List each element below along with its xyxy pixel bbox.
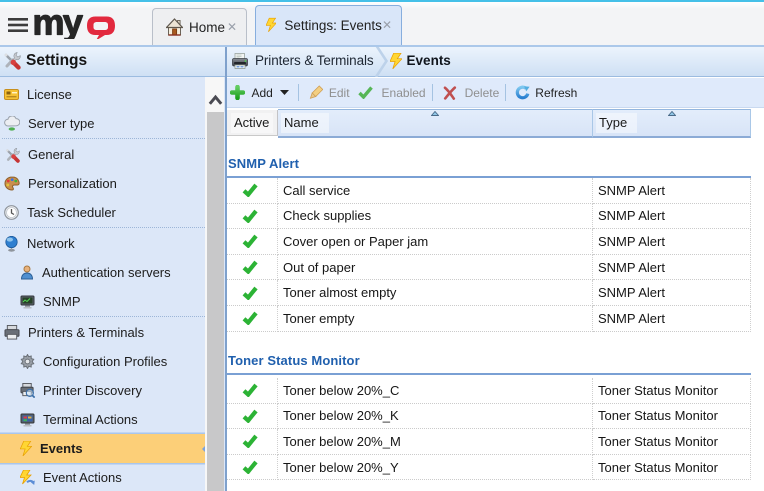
svg-text:my: my xyxy=(33,12,83,39)
